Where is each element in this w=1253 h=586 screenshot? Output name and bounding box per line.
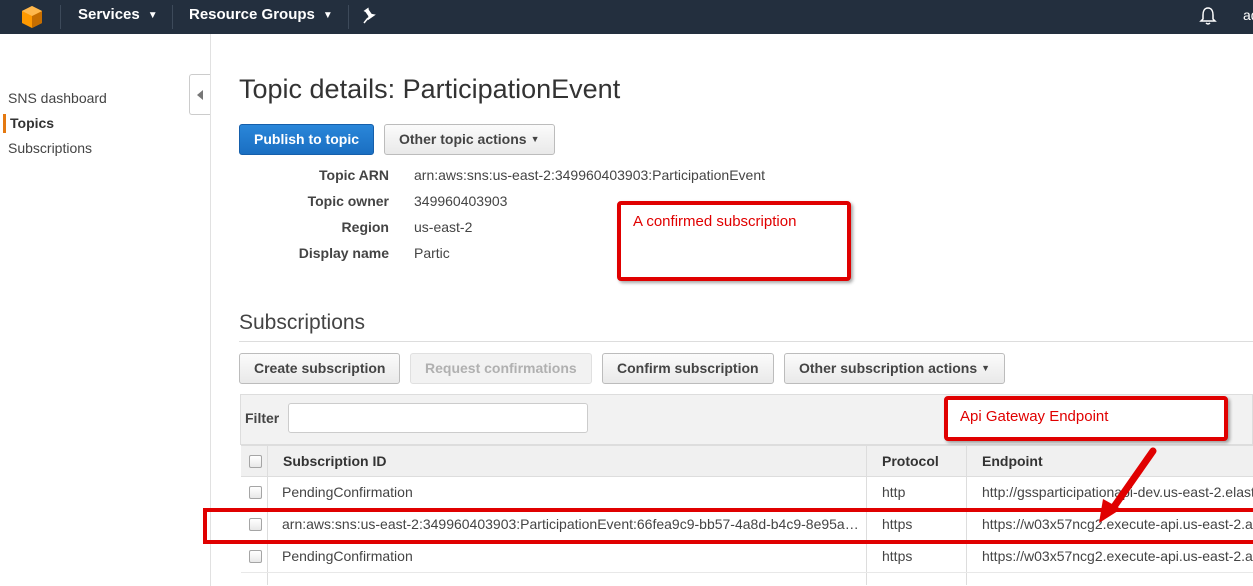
table-row[interactable]: PendingConfirmation https https://w03x57… xyxy=(241,541,1253,573)
annotation-confirmed-subscription: A confirmed subscription xyxy=(617,201,851,281)
region-value: us-east-2 xyxy=(414,219,473,235)
other-topic-actions-button[interactable]: Other topic actions ▼ xyxy=(384,124,555,155)
publish-to-topic-button[interactable]: Publish to topic xyxy=(239,124,374,155)
create-subscription-button[interactable]: Create subscription xyxy=(239,353,401,384)
other-subscription-actions-label: Other subscription actions xyxy=(799,360,978,376)
sidebar-item-subscriptions[interactable]: Subscriptions xyxy=(8,140,92,156)
nav-divider xyxy=(60,5,61,29)
protocol-cell: https xyxy=(882,548,913,564)
services-label: Services xyxy=(78,6,140,23)
subscriptions-heading: Subscriptions xyxy=(239,311,366,334)
resource-groups-menu[interactable]: Resource Groups ▼ xyxy=(189,0,333,34)
protocol-cell: http xyxy=(882,484,906,500)
other-topic-actions-label: Other topic actions xyxy=(399,131,527,147)
other-subscription-actions-button[interactable]: Other subscription actions ▼ xyxy=(784,353,1006,384)
page-title: Topic details: ParticipationEvent xyxy=(239,74,621,104)
chevron-down-icon: ▼ xyxy=(147,10,158,21)
sidebar-item-topics[interactable]: Topics xyxy=(10,115,54,131)
top-nav-bar: Services ▼ Resource Groups ▼ ad xyxy=(0,0,1253,34)
display-name-label: Display name xyxy=(298,245,389,261)
topic-owner-label: Topic owner xyxy=(307,193,389,209)
divider xyxy=(239,341,1253,342)
column-header-subscription-id[interactable]: Subscription ID xyxy=(283,453,386,469)
row-checkbox[interactable] xyxy=(249,550,262,563)
nav-divider xyxy=(172,5,173,29)
request-confirmations-button[interactable]: Request confirmations xyxy=(410,353,592,384)
row-checkbox[interactable] xyxy=(249,486,262,499)
filter-input[interactable] xyxy=(288,403,588,433)
column-header-endpoint[interactable]: Endpoint xyxy=(982,453,1043,469)
topic-owner-value: 349960403903 xyxy=(414,193,508,209)
pin-icon[interactable] xyxy=(362,7,378,25)
chevron-down-icon: ▼ xyxy=(530,134,540,144)
region-label: Region xyxy=(341,219,389,235)
annotation-api-gateway-endpoint: Api Gateway Endpoint xyxy=(944,396,1228,441)
user-menu[interactable]: ad xyxy=(1243,0,1253,34)
sidebar-active-indicator xyxy=(3,114,6,133)
subscription-id-cell: PendingConfirmation xyxy=(282,484,413,500)
chevron-down-icon: ▼ xyxy=(322,10,333,21)
column-header-protocol[interactable]: Protocol xyxy=(882,453,939,469)
sidebar-item-sns-dashboard[interactable]: SNS dashboard xyxy=(8,90,107,106)
sidebar-collapse-button[interactable] xyxy=(189,74,210,115)
filter-label: Filter xyxy=(245,410,280,426)
select-all-checkbox[interactable] xyxy=(249,455,262,468)
confirm-subscription-button[interactable]: Confirm subscription xyxy=(602,353,774,384)
topic-arn-label: Topic ARN xyxy=(319,167,389,183)
bell-icon[interactable] xyxy=(1199,6,1217,26)
nav-divider xyxy=(348,5,349,29)
annotation-arrow-icon xyxy=(1099,447,1157,523)
endpoint-cell: https://w03x57ncg2.execute-api.us-east-2… xyxy=(982,548,1253,564)
display-name-value: Partic xyxy=(414,245,450,261)
chevron-left-icon xyxy=(197,90,203,100)
subscription-id-cell: PendingConfirmation xyxy=(282,548,413,564)
resource-groups-label: Resource Groups xyxy=(189,6,315,23)
chevron-down-icon: ▼ xyxy=(981,363,991,373)
services-menu[interactable]: Services ▼ xyxy=(78,0,158,34)
aws-cube-logo-icon[interactable] xyxy=(20,5,44,29)
topic-arn-value: arn:aws:sns:us-east-2:349960403903:Parti… xyxy=(414,167,765,183)
